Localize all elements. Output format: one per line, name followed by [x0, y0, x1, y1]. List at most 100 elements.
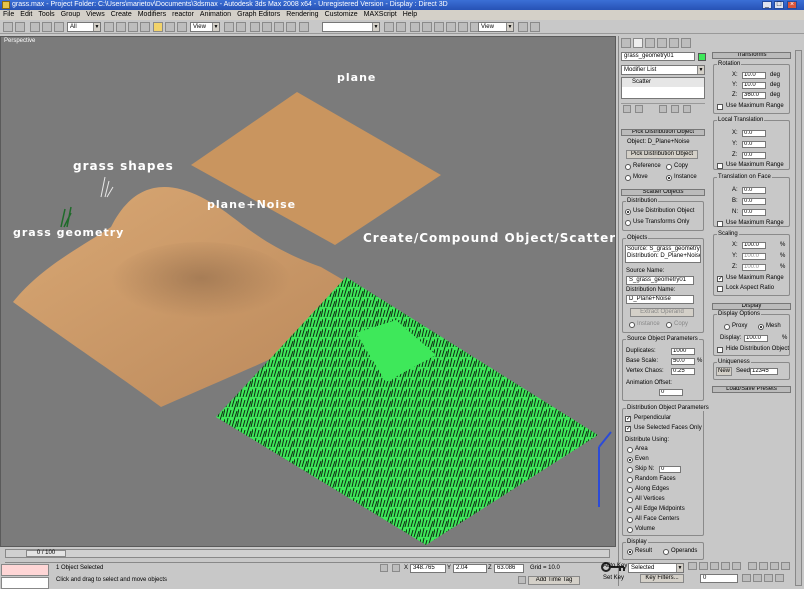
render-last-icon[interactable]: [530, 22, 540, 32]
curve-editor-icon[interactable]: [422, 22, 432, 32]
quick-render-icon[interactable]: [518, 22, 528, 32]
material-editor-icon[interactable]: [446, 22, 456, 32]
radio-use-distribution[interactable]: [625, 209, 631, 215]
rotation-y-spinner[interactable]: 10.0: [742, 82, 766, 89]
seed-spinner[interactable]: 12345: [750, 368, 778, 375]
play-icon[interactable]: [710, 562, 719, 570]
align-icon[interactable]: [396, 22, 406, 32]
rollout-display[interactable]: Display: [712, 303, 791, 310]
rotation-z-spinner[interactable]: 360.0: [742, 92, 766, 99]
local-y-spinner[interactable]: 0.0: [742, 141, 766, 148]
object-name-field[interactable]: grass_geometry01: [621, 52, 695, 61]
face-b-spinner[interactable]: 0.0: [742, 198, 766, 205]
radio-instance[interactable]: [666, 175, 672, 181]
rotation-x-spinner[interactable]: 10.0: [742, 72, 766, 79]
menu-views[interactable]: Views: [83, 10, 108, 20]
zoom-extents-all-icon[interactable]: [781, 562, 790, 570]
radio-extract-instance[interactable]: [629, 322, 635, 328]
objects-list[interactable]: Source: S_grass_geometry Distribution: D…: [625, 245, 701, 263]
z-coordinate-field[interactable]: 63.086: [494, 564, 524, 573]
zoom-extents-icon[interactable]: [770, 562, 779, 570]
select-by-name-icon[interactable]: [116, 22, 126, 32]
redo-icon[interactable]: [15, 22, 25, 32]
rollout-pick-distribution[interactable]: Pick Distribution Object: [621, 129, 705, 136]
scale-x-spinner[interactable]: 100.0: [742, 242, 766, 249]
window-crossing-icon[interactable]: [140, 22, 150, 32]
schematic-view-icon[interactable]: [434, 22, 444, 32]
render-view-combo[interactable]: View ▼: [478, 22, 514, 32]
show-end-result-icon[interactable]: [635, 105, 643, 113]
radio-move[interactable]: [625, 175, 631, 181]
select-manipulate-icon[interactable]: [236, 22, 246, 32]
radio-extract-copy[interactable]: [666, 322, 672, 328]
snap-toggle-icon[interactable]: [250, 22, 260, 32]
scale-z-spinner[interactable]: 100.0: [742, 264, 766, 271]
perpendicular-checkbox[interactable]: ✓: [625, 416, 631, 422]
anim-offset-spinner[interactable]: 0: [659, 389, 683, 396]
select-move-icon[interactable]: [153, 22, 163, 32]
time-slider-thumb[interactable]: 0 / 100: [26, 550, 66, 557]
menu-maxscript[interactable]: MAXScript: [361, 10, 400, 20]
local-x-spinner[interactable]: 0.0: [742, 130, 766, 137]
menu-customize[interactable]: Customize: [322, 10, 361, 20]
link-icon[interactable]: [30, 22, 40, 32]
render-setup-icon[interactable]: [458, 22, 468, 32]
x-coordinate-field[interactable]: 348.765: [410, 564, 446, 573]
radio-along-edges[interactable]: [627, 487, 633, 493]
dist-name-field[interactable]: D_Plane+Noise: [626, 295, 694, 304]
rollout-scatter-objects[interactable]: Scatter Objects: [621, 189, 705, 196]
list-item-distribution[interactable]: Distribution: D_Plane+Noise: [627, 253, 700, 260]
rect-selection-icon[interactable]: [128, 22, 138, 32]
pivot-icon[interactable]: [224, 22, 234, 32]
menu-modifiers[interactable]: Modifiers: [135, 10, 169, 20]
go-to-start-icon[interactable]: [688, 562, 697, 570]
previous-frame-icon[interactable]: [699, 562, 708, 570]
skip-n-spinner[interactable]: 0: [659, 466, 681, 473]
add-time-tag-button[interactable]: Add Time Tag: [528, 576, 580, 585]
vertex-chaos-spinner[interactable]: 0.25: [671, 368, 695, 375]
select-scale-icon[interactable]: [177, 22, 187, 32]
spinner-snap-icon[interactable]: [286, 22, 296, 32]
utilities-tab-icon[interactable]: [681, 38, 691, 48]
display-percent-spinner[interactable]: 100.0: [744, 335, 768, 342]
edit-named-sel-icon[interactable]: [299, 22, 309, 32]
duplicates-spinner[interactable]: 1000: [671, 348, 695, 355]
create-tab-icon[interactable]: [621, 38, 631, 48]
ref-coord-combo[interactable]: View ▼: [190, 22, 220, 32]
select-rotate-icon[interactable]: [165, 22, 175, 32]
undo-icon[interactable]: [3, 22, 13, 32]
modifier-list-combo[interactable]: Modifier List ▼: [621, 65, 705, 75]
field-of-view-icon[interactable]: [742, 574, 751, 582]
menu-create[interactable]: Create: [108, 10, 135, 20]
radio-random-faces[interactable]: [627, 477, 633, 483]
key-filters-button[interactable]: Key Filters...: [640, 574, 684, 583]
percent-snap-icon[interactable]: [274, 22, 284, 32]
maxscript-mini-listener[interactable]: [1, 577, 49, 589]
radio-even[interactable]: [627, 457, 633, 463]
hide-distribution-checkbox[interactable]: [717, 347, 723, 353]
new-seed-button[interactable]: New: [716, 367, 732, 376]
mirror-icon[interactable]: [384, 22, 394, 32]
radio-mesh[interactable]: [758, 324, 764, 330]
local-z-spinner[interactable]: 0.0: [742, 152, 766, 159]
menu-edit[interactable]: Edit: [17, 10, 35, 20]
radio-area[interactable]: [627, 447, 633, 453]
lock-selection-icon[interactable]: [380, 564, 388, 572]
time-tag-icon[interactable]: [518, 576, 526, 584]
pick-distribution-button[interactable]: Pick Distribution Object: [626, 150, 698, 159]
minimize-button[interactable]: _: [762, 1, 772, 9]
rotation-use-max-checkbox[interactable]: [717, 104, 723, 110]
radio-all-edge-midpoints[interactable]: [627, 507, 633, 513]
modify-tab-icon[interactable]: [633, 38, 643, 48]
rollout-transforms[interactable]: Transforms: [712, 52, 791, 59]
menu-help[interactable]: Help: [400, 10, 420, 20]
face-use-max-checkbox[interactable]: [717, 221, 723, 227]
make-unique-icon[interactable]: [659, 105, 667, 113]
menu-animation[interactable]: Animation: [197, 10, 234, 20]
unlink-icon[interactable]: [42, 22, 52, 32]
scale-y-spinner[interactable]: 100.0: [742, 253, 766, 260]
lock-aspect-checkbox[interactable]: [717, 286, 723, 292]
list-item-source[interactable]: Source: S_grass_geometry: [627, 246, 700, 253]
absolute-mode-icon[interactable]: [392, 564, 400, 572]
use-selected-faces-checkbox[interactable]: ✓: [625, 426, 631, 432]
